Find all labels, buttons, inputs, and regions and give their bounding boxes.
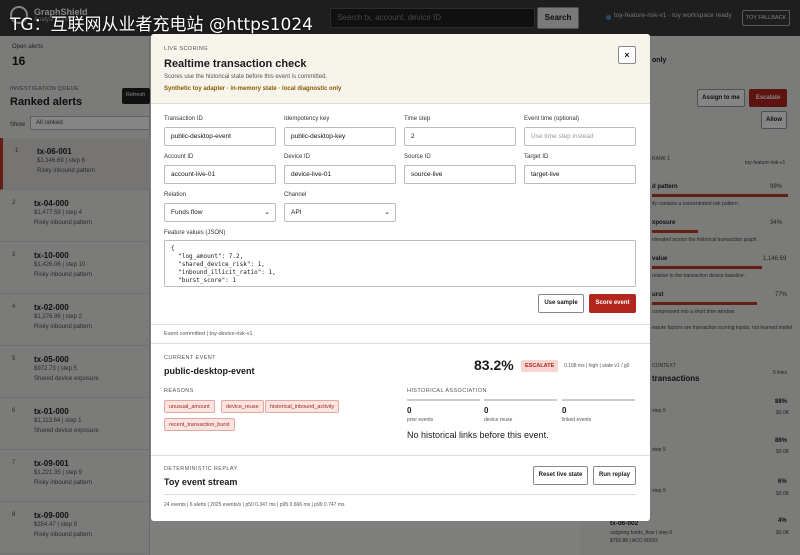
divider xyxy=(151,343,650,344)
history-bar xyxy=(484,399,557,401)
current-event-id: public-desktop-event xyxy=(164,366,255,376)
features-json-textarea[interactable]: { "log_amount": 7.2, "shared_device_risk… xyxy=(164,240,636,287)
watermark: TG：互联网从业者充电站 @https1024 xyxy=(10,15,313,35)
device-id-input[interactable]: device-live-01 xyxy=(284,165,396,184)
score-event-button[interactable]: Score event xyxy=(589,294,636,313)
modal-header: LIVE SCORING Realtime transaction check … xyxy=(151,34,650,104)
channel-label: Channel xyxy=(284,192,307,198)
decision-badge: ESCALATE xyxy=(521,360,559,372)
replay-stats: 24 events | 6 alerts | 2025 events/s | p… xyxy=(164,502,345,508)
relation-value: Funds flow xyxy=(171,209,203,216)
idempotency-key-label: Idempotency key xyxy=(284,116,330,122)
device-id-label: Device ID xyxy=(284,154,311,160)
close-icon[interactable]: × xyxy=(618,46,636,64)
reason-tag: recent_transaction_burst xyxy=(164,418,235,431)
history-label: linked events xyxy=(562,417,592,423)
account-id-label: Account ID xyxy=(164,154,194,160)
chevron-down-icon: ⌄ xyxy=(264,209,270,216)
history-count: 0 xyxy=(484,406,489,415)
event-time-label: Event time (optional) xyxy=(524,116,580,122)
use-sample-button[interactable]: Use sample xyxy=(538,294,584,313)
history-label: device reuse xyxy=(484,417,513,423)
history-count: 0 xyxy=(407,406,412,415)
replay-title: Toy event stream xyxy=(164,477,238,487)
channel-select[interactable]: API ⌄ xyxy=(284,203,396,222)
modal-title: Realtime transaction check xyxy=(164,58,307,70)
live-scoring-modal: LIVE SCORING Realtime transaction check … xyxy=(151,34,650,521)
history-bar xyxy=(562,399,635,401)
reason-tag: device_reuse xyxy=(221,400,264,413)
divider xyxy=(164,494,636,495)
replay-kicker: DETERMINISTIC REPLAY xyxy=(164,466,238,472)
reasons-kicker: REASONS xyxy=(164,388,194,394)
history-prior-events: 0 prior events xyxy=(407,399,480,423)
transaction-id-label: Transaction ID xyxy=(164,116,203,122)
chevron-down-icon: ⌄ xyxy=(384,209,390,216)
idempotency-key-input[interactable]: public-desktop-key xyxy=(284,127,396,146)
history-linked-events: 0 linked events xyxy=(562,399,635,423)
score-meta: 0.168 ms | high | state v1 / g0 xyxy=(564,363,630,369)
history-bar xyxy=(407,399,480,401)
history-device-reuse: 0 device reuse xyxy=(484,399,557,423)
features-label: Feature values (JSON) xyxy=(164,230,226,236)
divider xyxy=(151,455,650,456)
risk-score: 83.2% xyxy=(474,357,514,373)
event-committed-status: Event committed | toy-device-risk-v1 xyxy=(164,331,253,337)
source-id-input[interactable]: source-live xyxy=(404,165,516,184)
modal-note: Synthetic toy adapter · in-memory state … xyxy=(164,86,342,92)
target-id-input[interactable]: target-live xyxy=(524,165,636,184)
reset-live-state-button[interactable]: Reset live state xyxy=(533,466,588,485)
run-replay-button[interactable]: Run replay xyxy=(593,466,636,485)
history-count: 0 xyxy=(562,406,567,415)
modal-subtitle: Scores use the historical state before t… xyxy=(164,74,328,80)
transaction-id-input[interactable]: public-desktop-event xyxy=(164,127,276,146)
time-step-label: Time step xyxy=(404,116,431,122)
reason-tag: unusual_amount xyxy=(164,400,215,413)
account-id-input[interactable]: account-live-01 xyxy=(164,165,276,184)
event-time-input[interactable]: Use time step instead xyxy=(524,127,636,146)
relation-label: Relation xyxy=(164,192,187,198)
divider xyxy=(151,324,650,325)
source-id-label: Source ID xyxy=(404,154,431,160)
reason-tag: historical_inbound_activity xyxy=(265,400,340,413)
time-step-input[interactable]: 2 xyxy=(404,127,516,146)
history-kicker: HISTORICAL ASSOCIATION xyxy=(407,388,487,394)
modal-kicker: LIVE SCORING xyxy=(164,46,208,52)
no-history-message: No historical links before this event. xyxy=(407,430,549,440)
target-id-label: Target ID xyxy=(524,154,549,160)
current-event-kicker: CURRENT EVENT xyxy=(164,355,216,361)
channel-value: API xyxy=(291,209,302,216)
relation-select[interactable]: Funds flow ⌄ xyxy=(164,203,276,222)
history-label: prior events xyxy=(407,417,434,423)
